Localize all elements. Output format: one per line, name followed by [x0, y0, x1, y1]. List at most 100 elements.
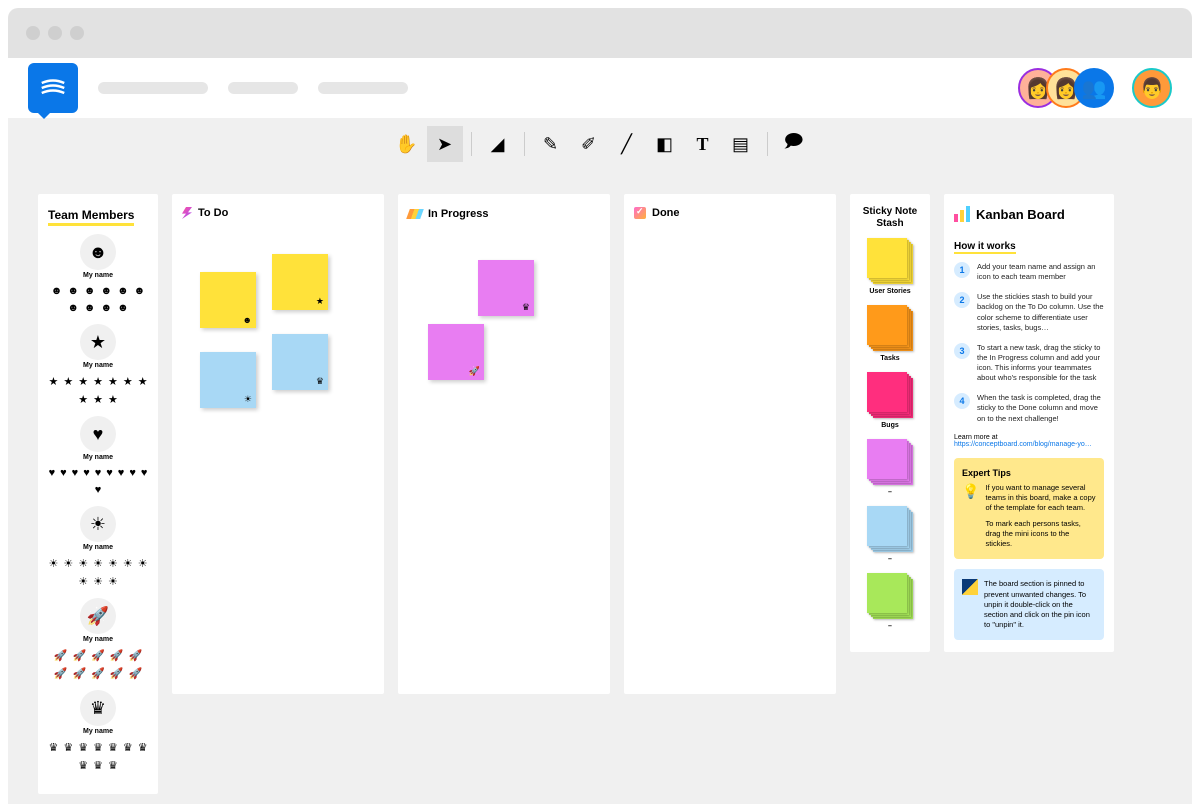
- sticky-note[interactable]: ♛: [272, 334, 328, 390]
- team-member[interactable]: ☀ My name: [48, 506, 148, 551]
- team-member[interactable]: ☻ My name: [48, 234, 148, 279]
- heart-token-icon[interactable]: ♥: [118, 467, 125, 479]
- star-token-icon[interactable]: ★: [108, 393, 118, 406]
- star-token-icon[interactable]: ★: [78, 393, 88, 406]
- rocket-token-icon[interactable]: 🚀: [72, 649, 86, 662]
- sticky-stack[interactable]: [867, 238, 913, 284]
- sun-token-icon[interactable]: ☀: [93, 557, 103, 570]
- rocket-token-icon[interactable]: 🚀: [91, 667, 105, 680]
- sticky-note[interactable]: ★: [272, 254, 328, 310]
- crown-token-icon[interactable]: ♛: [78, 759, 88, 772]
- sticky-stack[interactable]: [867, 573, 913, 619]
- sticky-note[interactable]: ♛: [478, 260, 534, 316]
- member-token-row[interactable]: ☻ ☻ ☻ ☻ ☻ ☻ ☻ ☻ ☻ ☻: [48, 285, 148, 314]
- sun-token-icon[interactable]: ☀: [93, 575, 103, 588]
- smile-token-icon[interactable]: ☻: [117, 285, 129, 297]
- member-token-row[interactable]: ☀ ☀ ☀ ☀ ☀ ☀ ☀ ☀ ☀ ☀: [48, 557, 148, 588]
- smile-token-icon[interactable]: ☻: [84, 285, 96, 297]
- text-tool-icon[interactable]: T: [685, 126, 721, 162]
- heart-token-icon[interactable]: ♥: [49, 467, 56, 479]
- heart-token-icon[interactable]: ♥: [106, 467, 113, 479]
- rocket-token-icon[interactable]: 🚀: [129, 667, 143, 680]
- sticky-stack[interactable]: [867, 439, 913, 485]
- inprogress-column[interactable]: In Progress ♛🚀: [398, 194, 610, 694]
- sticky-note[interactable]: ☻: [200, 272, 256, 328]
- crown-token-icon[interactable]: ♛: [108, 759, 118, 772]
- team-member[interactable]: ★ My name: [48, 324, 148, 369]
- sun-token-icon[interactable]: ☀: [78, 575, 88, 588]
- app-logo[interactable]: [28, 63, 78, 113]
- done-column[interactable]: Done: [624, 194, 836, 694]
- crown-token-icon[interactable]: ♛: [138, 741, 148, 754]
- sun-token-icon[interactable]: ☀: [48, 557, 58, 570]
- crown-token-icon[interactable]: ♛: [93, 741, 103, 754]
- workspace[interactable]: Team Members ☻ My name ☻☻☻☻☻☻☻☻☻☻ ★ My n…: [8, 164, 1192, 804]
- sun-token-icon[interactable]: ☀: [108, 575, 118, 588]
- crown-token-icon[interactable]: ♛: [48, 741, 58, 754]
- sticky-note[interactable]: 🚀: [428, 324, 484, 380]
- eraser-tool-icon[interactable]: ◢: [480, 126, 516, 162]
- star-token-icon[interactable]: ★: [93, 375, 103, 388]
- star-token-icon[interactable]: ★: [123, 375, 133, 388]
- crown-token-icon[interactable]: ♛: [63, 741, 73, 754]
- smile-token-icon[interactable]: ☻: [84, 302, 96, 314]
- star-token-icon[interactable]: ★: [138, 375, 148, 388]
- smile-token-icon[interactable]: ☻: [101, 302, 113, 314]
- smile-token-icon[interactable]: ☻: [67, 285, 79, 297]
- heart-token-icon[interactable]: ♥: [60, 467, 67, 479]
- sun-token-icon[interactable]: ☀: [123, 557, 133, 570]
- crown-token-icon[interactable]: ♛: [78, 741, 88, 754]
- rocket-token-icon[interactable]: 🚀: [54, 649, 68, 662]
- pointer-tool-icon[interactable]: ➤: [427, 126, 463, 162]
- sun-token-icon[interactable]: ☀: [63, 557, 73, 570]
- star-token-icon[interactable]: ★: [78, 375, 88, 388]
- comment-tool-icon[interactable]: 🗩: [776, 126, 812, 162]
- rocket-token-icon[interactable]: 🚀: [91, 649, 105, 662]
- star-token-icon[interactable]: ★: [63, 375, 73, 388]
- smile-token-icon[interactable]: ☻: [51, 285, 63, 297]
- sticky-stack[interactable]: [867, 506, 913, 552]
- brush-tool-icon[interactable]: ✐: [571, 126, 607, 162]
- line-tool-icon[interactable]: ╱: [609, 126, 645, 162]
- sticky-stack[interactable]: [867, 372, 913, 418]
- star-token-icon[interactable]: ★: [48, 375, 58, 388]
- note-tool-icon[interactable]: ▤: [723, 126, 759, 162]
- collaborator-avatars[interactable]: 👩 👩 👥: [1018, 68, 1114, 108]
- member-token-row[interactable]: ♥♥♥♥♥♥♥♥♥♥: [48, 467, 148, 496]
- star-token-icon[interactable]: ★: [93, 393, 103, 406]
- sun-token-icon[interactable]: ☀: [108, 557, 118, 570]
- smile-token-icon[interactable]: ☻: [134, 285, 146, 297]
- rocket-token-icon[interactable]: 🚀: [54, 667, 68, 680]
- add-collaborator-icon[interactable]: 👥: [1074, 68, 1114, 108]
- crown-token-icon[interactable]: ♛: [93, 759, 103, 772]
- hand-tool-icon[interactable]: ✋: [389, 126, 425, 162]
- heart-token-icon[interactable]: ♥: [95, 467, 102, 479]
- rocket-token-icon[interactable]: 🚀: [110, 667, 124, 680]
- sun-token-icon[interactable]: ☀: [78, 557, 88, 570]
- star-token-icon[interactable]: ★: [108, 375, 118, 388]
- team-member[interactable]: ♛ My name: [48, 690, 148, 735]
- member-token-row[interactable]: ♛ ♛ ♛ ♛ ♛ ♛ ♛ ♛ ♛ ♛: [48, 741, 148, 772]
- smile-token-icon[interactable]: ☻: [117, 302, 129, 314]
- pen-tool-icon[interactable]: ✎: [533, 126, 569, 162]
- crown-token-icon[interactable]: ♛: [108, 741, 118, 754]
- sticky-stack[interactable]: [867, 305, 913, 351]
- member-token-row[interactable]: ★ ★ ★ ★ ★ ★ ★ ★ ★ ★: [48, 375, 148, 406]
- rocket-token-icon[interactable]: 🚀: [110, 649, 124, 662]
- current-user-avatar[interactable]: 👨: [1132, 68, 1172, 108]
- team-member[interactable]: 🚀 My name: [48, 598, 148, 643]
- heart-token-icon[interactable]: ♥: [72, 467, 79, 479]
- member-token-row[interactable]: 🚀🚀🚀🚀🚀🚀🚀🚀🚀🚀: [48, 649, 148, 680]
- todo-column[interactable]: To Do ★☻♛☀: [172, 194, 384, 694]
- team-member[interactable]: ♥ My name: [48, 416, 148, 461]
- shape-tool-icon[interactable]: ◧: [647, 126, 683, 162]
- heart-token-icon[interactable]: ♥: [129, 467, 136, 479]
- smile-token-icon[interactable]: ☻: [101, 285, 113, 297]
- sun-token-icon[interactable]: ☀: [138, 557, 148, 570]
- heart-token-icon[interactable]: ♥: [141, 467, 148, 479]
- crown-token-icon[interactable]: ♛: [123, 741, 133, 754]
- sticky-note[interactable]: ☀: [200, 352, 256, 408]
- smile-token-icon[interactable]: ☻: [67, 302, 79, 314]
- heart-token-icon[interactable]: ♥: [83, 467, 90, 479]
- rocket-token-icon[interactable]: 🚀: [72, 667, 86, 680]
